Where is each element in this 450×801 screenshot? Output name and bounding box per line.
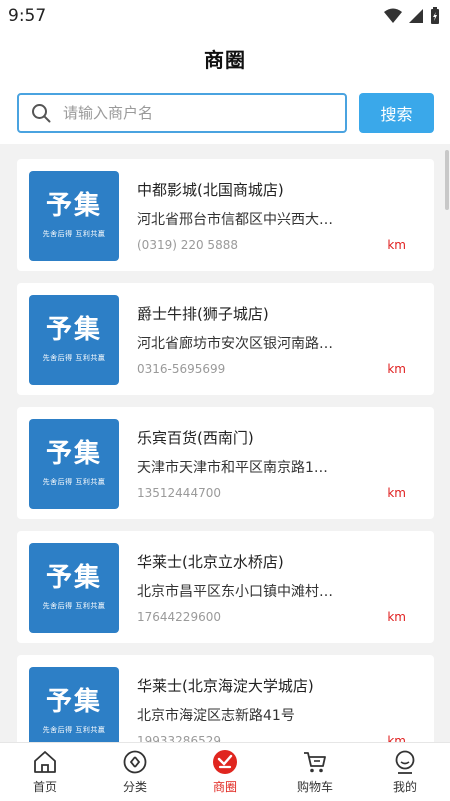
shop-address: 河北省邢台市信都区中兴西大…: [137, 212, 333, 228]
shop-card[interactable]: 予集 先舍后得 互利共赢 中都影城(北国商城店) 河北省邢台市信都区中兴西大… …: [17, 159, 434, 271]
shop-card[interactable]: 予集 先舍后得 互利共赢 乐宾百货(西南门) 天津市天津市和平区南京路1… 13…: [17, 407, 434, 519]
shop-logo: 予集 先舍后得 互利共赢: [29, 295, 119, 385]
shop-address: 河北省廊坊市安次区银河南路…: [137, 336, 333, 352]
logo-slogan: 先舍后得 互利共赢: [42, 726, 106, 734]
shop-phone: 13512444700: [137, 486, 221, 500]
battery-icon: [431, 7, 439, 24]
logo-text: 予集: [45, 687, 102, 717]
tab-profile[interactable]: 我的: [360, 743, 450, 801]
shop-logo: 予集 先舍后得 互利共赢: [29, 419, 119, 509]
logo-text: 予集: [45, 439, 102, 469]
logo-text: 予集: [45, 191, 102, 221]
shop-address: 北京市昌平区东小口镇中滩村…: [137, 584, 333, 600]
search-box[interactable]: [17, 93, 347, 133]
shop-name: 爵士牛排(狮子城店): [137, 305, 269, 323]
shop-logo: 予集 先舍后得 互利共赢: [29, 667, 119, 742]
signal-icon: [409, 9, 423, 23]
shop-phone: 17644229600: [137, 610, 221, 624]
shop-card[interactable]: 予集 先舍后得 互利共赢 华莱士(北京立水桥店) 北京市昌平区东小口镇中滩村… …: [17, 531, 434, 643]
shop-address: 天津市天津市和平区南京路1…: [137, 460, 328, 476]
wifi-icon: [384, 8, 402, 23]
shop-address: 北京市海淀区志新路41号: [137, 708, 295, 724]
shop-distance: km: [387, 486, 406, 500]
shop-name: 华莱士(北京海淀大学城店): [137, 677, 314, 695]
business-circle-icon: [213, 750, 237, 774]
shop-distance: km: [387, 238, 406, 252]
tab-business-circle[interactable]: 商圈: [180, 743, 270, 801]
logo-slogan: 先舍后得 互利共赢: [42, 478, 106, 486]
status-icons: [384, 7, 440, 25]
shop-name: 中都影城(北国商城店): [137, 181, 284, 199]
search-icon: [32, 104, 51, 123]
shop-phone: 0316-5695699: [137, 362, 226, 376]
search-area: 搜索: [0, 84, 450, 144]
logo-text: 予集: [45, 315, 102, 345]
tab-category[interactable]: 分类: [90, 743, 180, 801]
bottom-tab-bar: 首页 分类 商圈 购物车 我的: [0, 742, 450, 801]
profile-icon: [395, 750, 415, 774]
tab-label: 商圈: [212, 780, 237, 794]
title-bar: 商圈: [0, 32, 450, 84]
shop-card[interactable]: 予集 先舍后得 互利共赢 华莱士(北京海淀大学城店) 北京市海淀区志新路41号 …: [17, 655, 434, 742]
cart-icon: [304, 752, 326, 773]
search-input[interactable]: [61, 103, 315, 123]
shop-distance: km: [387, 734, 406, 742]
tab-label: 首页: [32, 780, 57, 794]
page-title: 商圈: [204, 47, 246, 72]
shop-phone: 19933286529: [137, 734, 221, 742]
logo-slogan: 先舍后得 互利共赢: [42, 602, 106, 610]
tab-label: 购物车: [296, 780, 333, 794]
tab-label: 分类: [122, 780, 147, 794]
home-icon: [34, 751, 56, 773]
tab-label: 我的: [392, 780, 417, 794]
status-time: 9:57: [8, 6, 47, 26]
shop-phone: (0319) 220 5888: [137, 238, 238, 252]
tab-cart[interactable]: 购物车: [270, 743, 360, 801]
scrollbar[interactable]: [445, 150, 449, 210]
shop-list[interactable]: 予集 先舍后得 互利共赢 中都影城(北国商城店) 河北省邢台市信都区中兴西大… …: [0, 144, 450, 742]
shop-name: 华莱士(北京立水桥店): [137, 553, 284, 571]
shop-logo: 予集 先舍后得 互利共赢: [29, 171, 119, 261]
shop-name: 乐宾百货(西南门): [137, 429, 254, 447]
logo-slogan: 先舍后得 互利共赢: [42, 354, 106, 362]
shop-distance: km: [387, 610, 406, 624]
logo-slogan: 先舍后得 互利共赢: [42, 230, 106, 238]
shop-distance: km: [387, 362, 406, 376]
status-bar: 9:57: [0, 0, 450, 32]
shop-card[interactable]: 予集 先舍后得 互利共赢 爵士牛排(狮子城店) 河北省廊坊市安次区银河南路… 0…: [17, 283, 434, 395]
category-icon: [123, 750, 147, 774]
shop-logo: 予集 先舍后得 互利共赢: [29, 543, 119, 633]
search-button[interactable]: 搜索: [359, 93, 434, 133]
tab-home[interactable]: 首页: [0, 743, 90, 801]
logo-text: 予集: [45, 563, 102, 593]
